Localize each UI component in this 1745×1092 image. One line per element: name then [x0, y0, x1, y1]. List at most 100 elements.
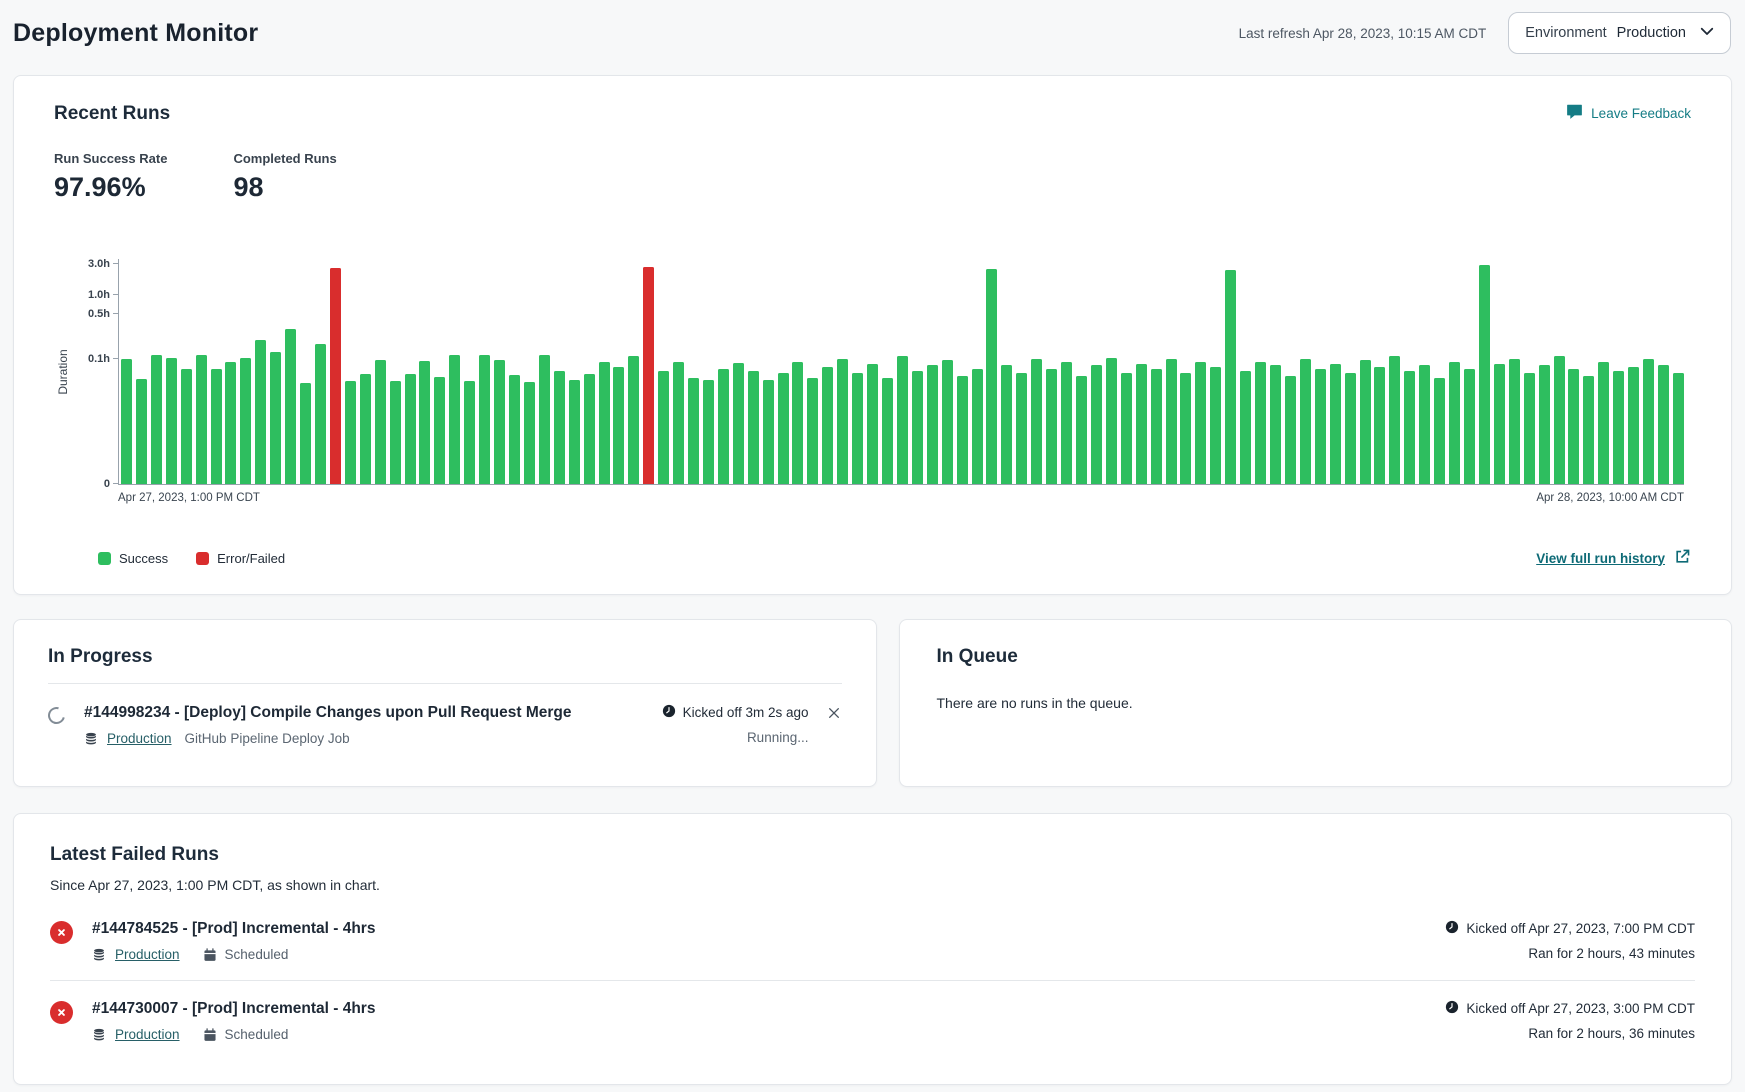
chart-bar[interactable] — [1613, 371, 1624, 484]
environment-select[interactable]: Environment Production — [1508, 12, 1731, 54]
chart-bar[interactable] — [1061, 362, 1072, 484]
chart-bar[interactable] — [957, 376, 968, 484]
chart-bar[interactable] — [419, 361, 430, 484]
chart-bar[interactable] — [986, 269, 997, 484]
view-history-link[interactable]: View full run history — [1536, 548, 1691, 568]
chart-bar[interactable] — [1554, 356, 1565, 484]
chart-bar[interactable] — [673, 362, 684, 484]
chart-bar[interactable] — [479, 355, 490, 484]
chart-bar[interactable] — [1166, 359, 1177, 484]
chart-bar[interactable] — [405, 374, 416, 484]
chart-bar[interactable] — [1658, 365, 1669, 484]
chart-bar[interactable] — [225, 362, 236, 484]
chart-bar[interactable] — [972, 369, 983, 484]
close-icon[interactable] — [826, 705, 842, 724]
environment-link[interactable]: Production — [107, 731, 172, 746]
chart-bar[interactable] — [1539, 365, 1550, 484]
leave-feedback-link[interactable]: Leave Feedback — [1566, 103, 1691, 123]
chart-bar[interactable] — [688, 378, 699, 484]
chart-bar[interactable] — [927, 365, 938, 484]
chart-bar[interactable] — [1001, 365, 1012, 484]
chart-bar[interactable] — [524, 382, 535, 484]
chart-bar[interactable] — [1136, 364, 1147, 485]
chart-bar[interactable] — [1210, 367, 1221, 484]
chart-bar[interactable] — [1255, 362, 1266, 484]
chart-bar[interactable] — [1091, 365, 1102, 484]
chart-bar[interactable] — [569, 380, 580, 484]
chart-bar[interactable] — [1628, 367, 1639, 484]
chart-bar[interactable] — [1494, 364, 1505, 485]
chart-bar[interactable] — [718, 369, 729, 484]
environment-link[interactable]: Production — [115, 1027, 180, 1042]
chart-bar[interactable] — [1568, 369, 1579, 484]
chart-bar[interactable] — [867, 364, 878, 485]
chart-bar[interactable] — [1121, 373, 1132, 484]
chart-bar[interactable] — [211, 369, 222, 484]
chart-bar[interactable] — [270, 352, 281, 484]
chart-bar[interactable] — [1464, 369, 1475, 484]
chart-bar[interactable] — [1524, 373, 1535, 484]
chart-bar[interactable] — [882, 378, 893, 484]
chart-bar[interactable] — [733, 363, 744, 484]
chart-bar[interactable] — [151, 355, 162, 484]
chart-bar[interactable] — [822, 367, 833, 484]
chart-bar[interactable] — [1583, 376, 1594, 484]
chart-bar[interactable] — [912, 371, 923, 484]
chart-bar[interactable] — [509, 375, 520, 484]
chart-bar[interactable] — [1195, 362, 1206, 484]
chart-bar[interactable] — [613, 367, 624, 484]
chart-bar[interactable] — [1360, 360, 1371, 484]
chart-bar[interactable] — [778, 373, 789, 484]
chart-bar[interactable] — [1598, 362, 1609, 484]
chart-bar[interactable] — [1106, 358, 1117, 484]
chart-bar[interactable] — [852, 373, 863, 484]
chart-bar[interactable] — [763, 380, 774, 484]
chart-bar[interactable] — [1076, 376, 1087, 484]
chart-bar[interactable] — [196, 355, 207, 484]
chart-bar[interactable] — [494, 360, 505, 484]
chart-bar[interactable] — [315, 344, 326, 484]
chart-bar[interactable] — [330, 268, 341, 484]
chart-bar[interactable] — [1434, 378, 1445, 484]
chart-bar[interactable] — [554, 371, 565, 484]
chart-bar[interactable] — [1016, 373, 1027, 484]
chart-bar[interactable] — [628, 356, 639, 484]
chart-bar[interactable] — [375, 360, 386, 484]
chart-bar[interactable] — [1509, 359, 1520, 484]
chart-bar[interactable] — [748, 371, 759, 484]
chart-bar[interactable] — [166, 358, 177, 484]
chart-bar[interactable] — [1389, 356, 1400, 484]
chart-bar[interactable] — [136, 379, 147, 484]
chart-bar[interactable] — [181, 369, 192, 484]
chart-bar[interactable] — [464, 381, 475, 484]
chart-bar[interactable] — [1330, 364, 1341, 485]
chart-bar[interactable] — [1180, 373, 1191, 484]
chart-bar[interactable] — [584, 374, 595, 484]
chart-bar[interactable] — [345, 381, 356, 484]
chart-bar[interactable] — [1046, 369, 1057, 484]
chart-bar[interactable] — [240, 358, 251, 484]
chart-bar[interactable] — [390, 381, 401, 484]
chart-bar[interactable] — [1031, 359, 1042, 484]
chart-bar[interactable] — [837, 359, 848, 484]
chart-bar[interactable] — [449, 355, 460, 484]
chart-bar[interactable] — [1419, 365, 1430, 484]
chart-bar[interactable] — [643, 267, 654, 484]
chart-bar[interactable] — [1300, 359, 1311, 484]
chart-bar[interactable] — [1240, 371, 1251, 484]
chart-bar[interactable] — [658, 371, 669, 484]
chart-bar[interactable] — [1345, 373, 1356, 484]
chart-bar[interactable] — [703, 380, 714, 484]
chart-bar[interactable] — [360, 374, 371, 484]
chart-bar[interactable] — [1374, 367, 1385, 484]
chart-bar[interactable] — [1225, 270, 1236, 484]
chart-bar[interactable] — [792, 362, 803, 484]
chart-bar[interactable] — [1449, 362, 1460, 484]
chart-bar[interactable] — [1643, 359, 1654, 484]
chart-bar[interactable] — [1285, 376, 1296, 484]
environment-link[interactable]: Production — [115, 947, 180, 962]
chart-bar[interactable] — [300, 383, 311, 484]
chart-bar[interactable] — [1270, 365, 1281, 484]
chart-bar[interactable] — [1673, 373, 1684, 484]
chart-bar[interactable] — [897, 356, 908, 484]
